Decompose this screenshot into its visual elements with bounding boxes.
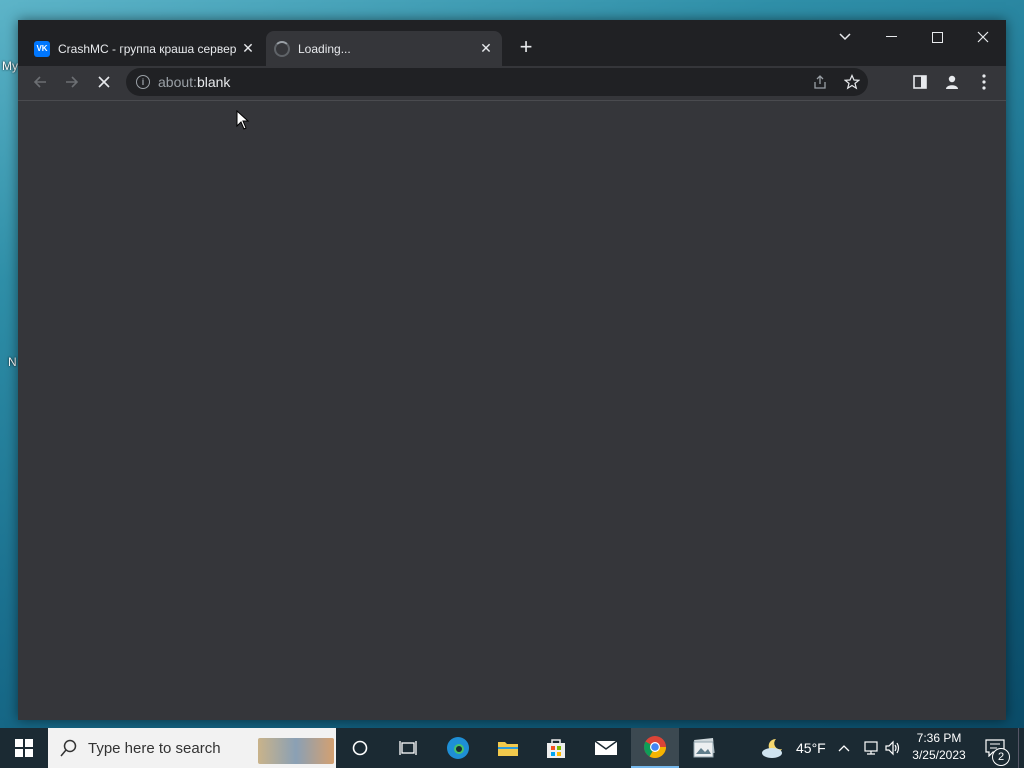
weather-temp: 45°F [796,740,826,756]
chevron-down-icon [839,33,851,41]
cortana-button[interactable] [336,728,384,768]
taskbar-search-box[interactable]: Type here to search [48,728,336,768]
close-tab-icon[interactable]: ✕ [240,40,256,57]
weather-widget[interactable]: 45°F [760,728,826,768]
close-tab-icon[interactable]: ✕ [478,40,494,57]
search-placeholder: Type here to search [88,739,221,757]
network-button[interactable] [862,728,880,768]
new-tab-button[interactable]: + [514,36,538,60]
share-icon[interactable] [812,74,828,93]
back-button[interactable] [26,68,54,96]
task-view-button[interactable] [384,728,432,768]
partly-cloudy-night-icon [762,738,782,758]
edge-icon [447,737,469,759]
edge-button[interactable] [434,728,482,768]
clock-date: 3/25/2023 [912,748,966,762]
search-highlight-image [258,738,334,764]
tab-loading[interactable]: Loading... ✕ [266,31,502,66]
file-explorer-icon [498,742,518,756]
clock-time: 7:36 PM [916,731,962,745]
show-hidden-icons-button[interactable] [838,728,850,768]
mail-button[interactable] [582,728,630,768]
url-scheme: about: [158,74,197,90]
close-icon [977,31,989,43]
page-content[interactable] [18,101,1006,720]
address-bar[interactable]: i about: blank [126,68,868,96]
desktop-icon-label-my[interactable]: My [2,59,18,73]
tab-title: Loading... [298,41,351,56]
cortana-icon [352,740,368,756]
stop-icon [98,76,110,88]
windows-logo-icon [15,739,33,757]
url-path: blank [196,74,231,90]
chevron-up-icon [838,745,850,752]
network-icon [864,741,878,755]
photos-icon [693,738,715,758]
close-window-button[interactable] [960,22,1006,52]
notification-count-badge: 2 [992,748,1010,766]
minimize-button[interactable] [868,22,914,52]
kebab-menu-icon [982,74,986,90]
chrome-button[interactable] [631,728,679,768]
forward-button[interactable] [58,68,86,96]
action-center-button[interactable]: 2 [982,728,1010,768]
tab-title: CrashMC - группа краша сервер [58,41,237,56]
photos-button[interactable] [680,728,728,768]
mouse-cursor-icon [236,109,250,135]
speaker-icon [885,740,900,756]
show-desktop-button[interactable] [1018,728,1024,768]
file-explorer-button[interactable] [484,728,532,768]
forward-arrow-icon [66,76,79,88]
tab-crashmc[interactable]: VK CrashMC - группа краша сервер ✕ [26,31,264,66]
store-button[interactable] [532,728,580,768]
site-info-icon[interactable]: i [136,75,150,89]
search-icon [60,739,77,757]
profile-icon [946,75,958,89]
task-view-icon [399,741,417,755]
taskbar: Type here to search 45°F 7:36 PM 3/25/20… [0,728,1024,768]
volume-button[interactable] [884,728,902,768]
menu-button[interactable] [970,68,998,96]
bookmark-star-icon[interactable] [843,74,861,93]
side-panel-button[interactable] [906,68,934,96]
chrome-icon [644,736,666,758]
profile-button[interactable] [938,68,966,96]
maximize-icon [931,31,943,43]
start-button[interactable] [0,728,48,768]
tab-search-button[interactable] [822,22,868,52]
toolbar: i about: blank [18,66,1006,101]
side-panel-icon [913,75,927,89]
loading-spinner-icon [274,40,290,57]
store-icon [547,739,565,758]
tab-strip: VK CrashMC - группа краша сервер ✕ Loadi… [18,20,1006,66]
back-arrow-icon [33,76,46,88]
desktop-icon-label-n[interactable]: N [8,355,17,369]
chrome-window: VK CrashMC - группа краша сервер ✕ Loadi… [18,20,1006,720]
minimize-icon [885,36,897,37]
mail-icon [594,740,618,755]
maximize-button[interactable] [914,22,960,52]
taskbar-clock[interactable]: 7:36 PM 3/25/2023 [906,730,972,764]
vk-icon: VK [34,40,50,57]
stop-loading-button[interactable] [90,68,118,96]
